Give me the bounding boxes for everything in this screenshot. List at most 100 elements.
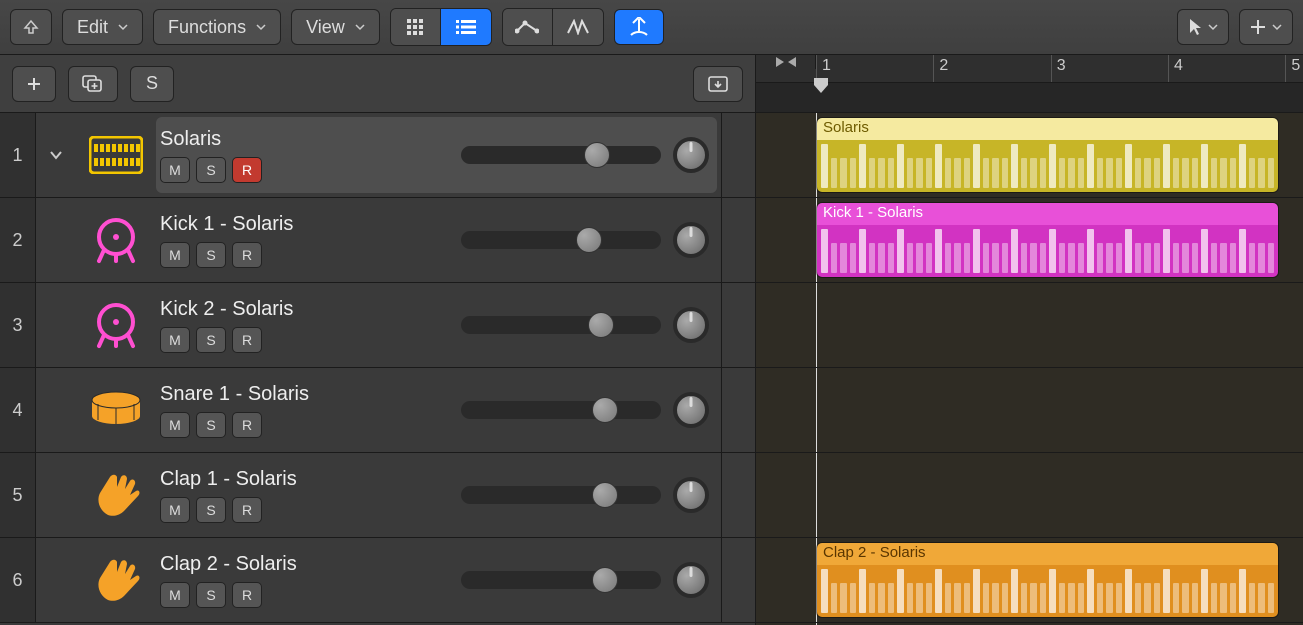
track-row[interactable]: 2 Kick 1 - Solaris M S R: [0, 198, 755, 283]
mute-button[interactable]: M: [160, 157, 190, 183]
playhead-icon: [812, 77, 830, 95]
track-title: Kick 1 - Solaris: [160, 213, 416, 236]
ruler-mark: 1: [822, 57, 831, 75]
track-row[interactable]: 6 Clap 2 - Solaris M S R: [0, 538, 755, 623]
arrange-row[interactable]: Clap 2 - Solaris: [756, 538, 1303, 623]
track-disclosure[interactable]: [36, 198, 76, 282]
track-title: Clap 2 - Solaris: [160, 553, 416, 576]
arrange-area[interactable]: Solaris Kick 1 - Solaris Clap 2 - Solaris: [756, 113, 1303, 625]
track-disclosure[interactable]: [36, 113, 76, 197]
pan-knob[interactable]: [673, 222, 709, 258]
volume-slider[interactable]: [461, 146, 661, 164]
alt-tool-menu[interactable]: [1239, 9, 1293, 45]
edit-menu[interactable]: Edit: [62, 9, 143, 45]
volume-thumb[interactable]: [584, 142, 610, 168]
track-row[interactable]: 1 Solaris M S R: [0, 113, 755, 198]
mute-button[interactable]: M: [160, 497, 190, 523]
grid-view-button[interactable]: [391, 9, 441, 45]
hide-tracks-button[interactable]: [693, 66, 743, 102]
record-button[interactable]: R: [232, 412, 262, 438]
timeline-ruler[interactable]: 12345: [756, 55, 1303, 112]
list-view-button[interactable]: [441, 9, 491, 45]
record-button[interactable]: R: [232, 157, 262, 183]
pan-knob[interactable]: [673, 307, 709, 343]
solo-button[interactable]: S: [196, 242, 226, 268]
track-disclosure[interactable]: [36, 453, 76, 537]
region[interactable]: Kick 1 - Solaris: [816, 202, 1279, 278]
automation-segment: [502, 8, 604, 46]
volume-slider[interactable]: [461, 486, 661, 504]
edit-menu-label: Edit: [77, 17, 108, 38]
arrange-row[interactable]: Solaris: [756, 113, 1303, 198]
volume-slider[interactable]: [461, 571, 661, 589]
automation-column[interactable]: [721, 113, 755, 197]
region[interactable]: Solaris: [816, 117, 1279, 193]
mute-button[interactable]: M: [160, 412, 190, 438]
track-title: Snare 1 - Solaris: [160, 383, 416, 406]
automation-column[interactable]: [721, 368, 755, 452]
volume-slider[interactable]: [461, 316, 661, 334]
record-button[interactable]: R: [232, 242, 262, 268]
volume-slider[interactable]: [461, 401, 661, 419]
track-disclosure[interactable]: [36, 538, 76, 622]
pan-knob[interactable]: [673, 477, 709, 513]
solo-button[interactable]: S: [196, 157, 226, 183]
list-icon: [455, 19, 477, 35]
add-track-button[interactable]: [12, 66, 56, 102]
volume-slider[interactable]: [461, 231, 661, 249]
mute-button[interactable]: M: [160, 327, 190, 353]
track-disclosure[interactable]: [36, 283, 76, 367]
volume-thumb[interactable]: [592, 397, 618, 423]
record-button[interactable]: R: [232, 497, 262, 523]
functions-menu[interactable]: Functions: [153, 9, 281, 45]
record-button[interactable]: R: [232, 327, 262, 353]
volume-thumb[interactable]: [592, 482, 618, 508]
track-number: 3: [0, 283, 36, 367]
pan-knob[interactable]: [673, 137, 709, 173]
track-row[interactable]: 5 Clap 1 - Solaris M S R: [0, 453, 755, 538]
view-menu-label: View: [306, 17, 345, 38]
record-button[interactable]: R: [232, 582, 262, 608]
catch-playhead-button[interactable]: [614, 9, 664, 45]
cycle-triangles-icon: [774, 55, 798, 69]
global-solo-button[interactable]: S: [130, 66, 174, 102]
track-header-bar: S 12345: [0, 55, 1303, 113]
automation-points-button[interactable]: [503, 9, 553, 45]
region[interactable]: Clap 2 - Solaris: [816, 542, 1279, 618]
mute-button[interactable]: M: [160, 582, 190, 608]
automation-column[interactable]: [721, 283, 755, 367]
track-title: Kick 2 - Solaris: [160, 298, 416, 321]
view-menu[interactable]: View: [291, 9, 380, 45]
arrange-row[interactable]: [756, 453, 1303, 538]
ruler-mark: 4: [1174, 57, 1183, 75]
volume-thumb[interactable]: [576, 227, 602, 253]
track-icon: [76, 283, 156, 367]
track-icon: [76, 198, 156, 282]
pan-knob[interactable]: [673, 392, 709, 428]
region-content: [817, 565, 1278, 617]
playhead-marker[interactable]: [812, 77, 830, 100]
volume-thumb[interactable]: [588, 312, 614, 338]
arrange-row[interactable]: Kick 1 - Solaris: [756, 198, 1303, 283]
pan-knob[interactable]: [673, 562, 709, 598]
track-row[interactable]: 4 Snare 1 - Solaris M S R: [0, 368, 755, 453]
back-up-button[interactable]: [10, 9, 52, 45]
duplicate-track-button[interactable]: [68, 66, 118, 102]
solo-button[interactable]: S: [196, 327, 226, 353]
duplicate-icon: [82, 75, 104, 93]
volume-thumb[interactable]: [592, 567, 618, 593]
arrange-row[interactable]: [756, 283, 1303, 368]
solo-button[interactable]: S: [196, 582, 226, 608]
solo-button[interactable]: S: [196, 412, 226, 438]
track-row[interactable]: 3 Kick 2 - Solaris M S R: [0, 283, 755, 368]
automation-column[interactable]: [721, 538, 755, 622]
track-disclosure[interactable]: [36, 368, 76, 452]
flex-button[interactable]: [553, 9, 603, 45]
automation-column[interactable]: [721, 198, 755, 282]
pointer-tool-menu[interactable]: [1177, 9, 1229, 45]
automation-column[interactable]: [721, 453, 755, 537]
solo-button[interactable]: S: [196, 497, 226, 523]
arrange-row[interactable]: [756, 368, 1303, 453]
mute-button[interactable]: M: [160, 242, 190, 268]
track-number: 4: [0, 368, 36, 452]
